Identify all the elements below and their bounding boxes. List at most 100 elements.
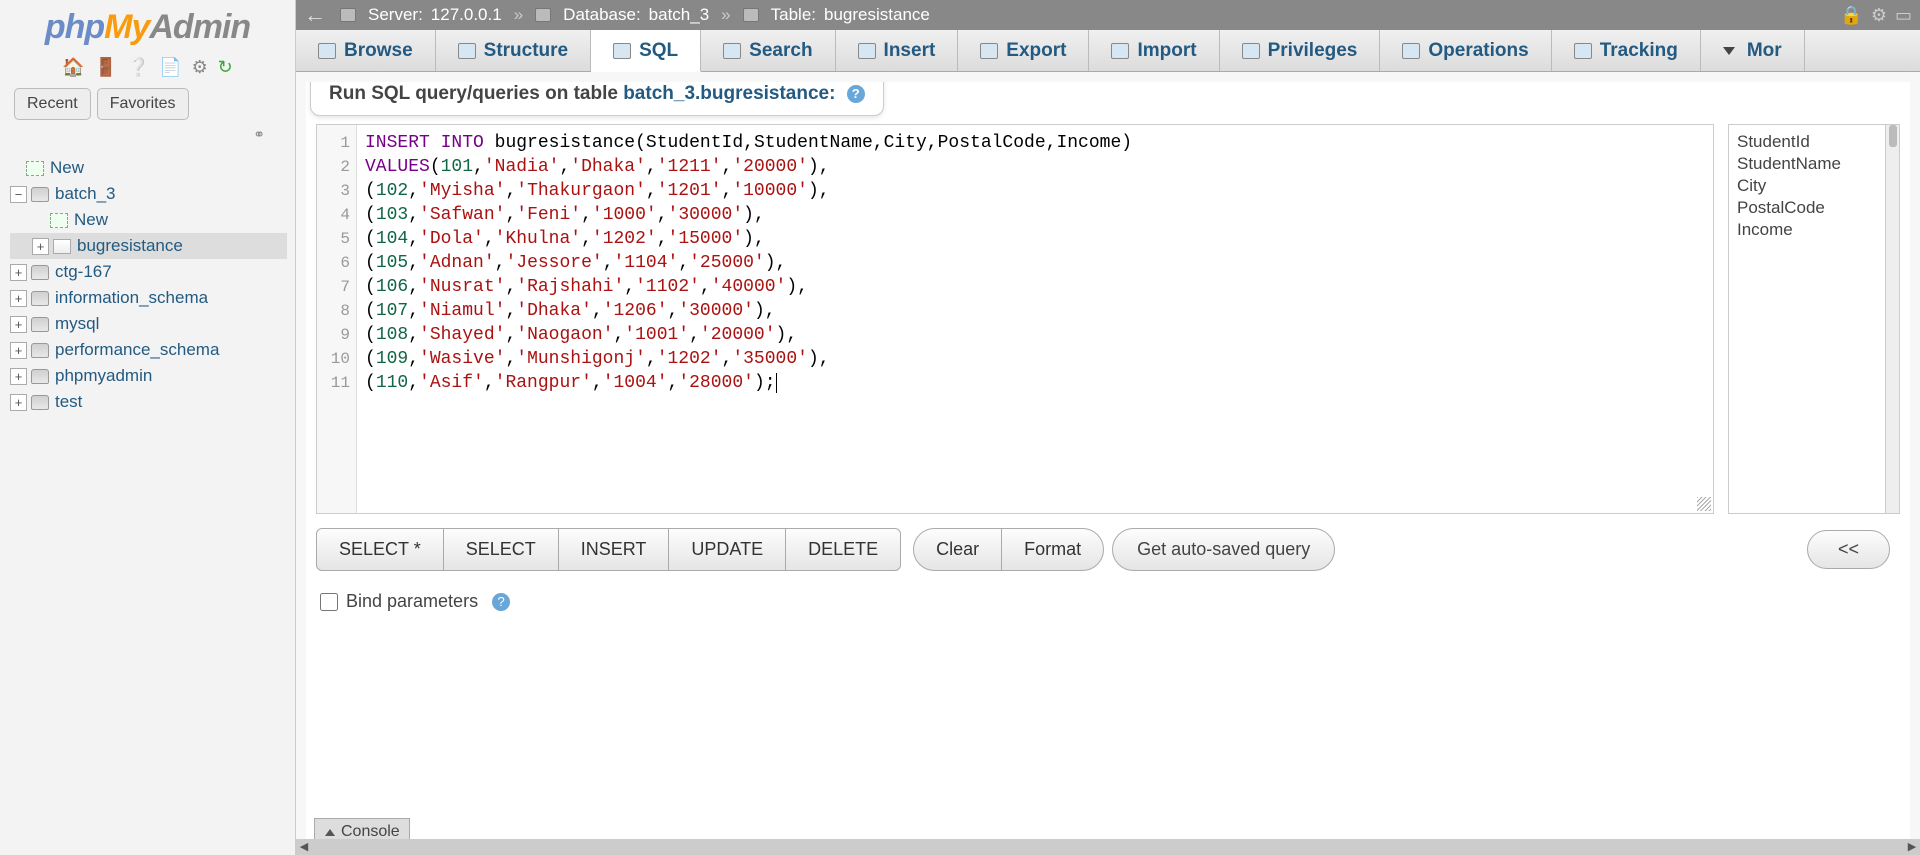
back-button[interactable]: ← <box>304 2 332 28</box>
tab-operations[interactable]: Operations <box>1380 30 1551 71</box>
database-icon <box>31 317 49 332</box>
expand-toggle[interactable]: + <box>10 342 27 359</box>
bc-server-value[interactable]: 127.0.0.1 <box>431 5 502 25</box>
scroll-right-icon[interactable]: ▶ <box>1906 841 1918 853</box>
columns-panel[interactable]: StudentIdStudentNameCityPostalCodeIncome <box>1728 124 1900 514</box>
db-link[interactable]: performance_schema <box>55 340 219 360</box>
database-icon <box>535 8 551 22</box>
recent-tab[interactable]: Recent <box>14 88 91 120</box>
db-link[interactable]: ctg-167 <box>55 262 112 282</box>
expand-toggle[interactable]: + <box>10 264 27 281</box>
tab-import[interactable]: Import <box>1089 30 1219 71</box>
tab-icon <box>1574 43 1592 59</box>
select-button[interactable]: SELECT <box>444 529 559 570</box>
new-db-icon <box>26 161 44 176</box>
tab-structure[interactable]: Structure <box>436 30 591 71</box>
select-star-button[interactable]: SELECT * <box>317 529 444 570</box>
help-icon[interactable]: ? <box>847 85 865 103</box>
db-link[interactable]: information_schema <box>55 288 208 308</box>
breadcrumb: ← Server: 127.0.0.1 » Database: batch_3 … <box>296 0 1920 30</box>
gear-icon[interactable]: ⚙ <box>1871 5 1887 26</box>
scroll-left-icon[interactable]: ◀ <box>298 841 310 853</box>
collapse-icon[interactable]: ⚭ <box>0 126 295 149</box>
column-item[interactable]: Income <box>1737 219 1891 241</box>
favorites-tab[interactable]: Favorites <box>97 88 189 120</box>
expand-toggle[interactable]: + <box>10 394 27 411</box>
db-batch3[interactable]: batch_3 <box>55 184 116 204</box>
insert-button[interactable]: INSERT <box>559 529 670 570</box>
sidebar-toolbar: 🏠 🚪 ❔ 📄 ⚙ ↻ <box>0 51 295 88</box>
home-icon[interactable]: 🏠 <box>62 57 84 77</box>
bc-table-value[interactable]: bugresistance <box>824 5 930 25</box>
help-icon[interactable]: ? <box>492 593 510 611</box>
new-db-link[interactable]: New <box>50 158 84 178</box>
table-icon <box>53 239 71 254</box>
db-link[interactable]: test <box>55 392 82 412</box>
bind-params-label: Bind parameters <box>346 591 478 612</box>
tab-search[interactable]: Search <box>701 30 835 71</box>
new-table-link[interactable]: New <box>74 210 108 230</box>
db-link[interactable]: phpmyadmin <box>55 366 152 386</box>
column-item[interactable]: PostalCode <box>1737 197 1891 219</box>
tab-sql[interactable]: SQL <box>591 30 701 72</box>
columns-toggle-button[interactable]: << <box>1807 530 1890 569</box>
tab-icon <box>318 43 336 59</box>
lock-icon[interactable]: 🔒 <box>1840 5 1862 26</box>
tab-icon <box>1111 43 1129 59</box>
tab-insert[interactable]: Insert <box>836 30 959 71</box>
overflow-icon[interactable]: ▭ <box>1895 5 1912 26</box>
line-gutter: 1234567891011 <box>317 125 357 513</box>
tab-mor[interactable]: Mor <box>1701 30 1805 71</box>
settings-icon[interactable]: ⚙ <box>192 57 208 77</box>
format-button[interactable]: Format <box>1002 529 1103 570</box>
horizontal-scrollbar[interactable]: ◀ ▶ <box>296 839 1920 855</box>
update-button[interactable]: UPDATE <box>669 529 786 570</box>
sidebar: phpMyAdmin 🏠 🚪 ❔ 📄 ⚙ ↻ Recent Favorites … <box>0 0 296 855</box>
delete-button[interactable]: DELETE <box>786 529 900 570</box>
exit-icon[interactable]: 🚪 <box>95 57 117 77</box>
db-link[interactable]: mysql <box>55 314 99 334</box>
table-bugresistance[interactable]: bugresistance <box>77 236 183 256</box>
new-table-icon <box>50 213 68 228</box>
database-icon <box>31 291 49 306</box>
column-item[interactable]: StudentName <box>1737 153 1891 175</box>
code-area[interactable]: INSERT INTO bugresistance(StudentId,Stud… <box>357 125 1713 513</box>
expand-toggle[interactable]: + <box>10 316 27 333</box>
tab-privileges[interactable]: Privileges <box>1220 30 1381 71</box>
query-header: Run SQL query/queries on table batch_3.b… <box>310 82 884 116</box>
bind-params-checkbox[interactable] <box>320 593 338 611</box>
expand-toggle[interactable]: − <box>10 186 27 203</box>
help-icon[interactable]: ❔ <box>127 57 149 77</box>
scrollbar[interactable] <box>1885 125 1899 513</box>
expand-toggle[interactable]: + <box>10 368 27 385</box>
resize-handle[interactable] <box>1697 497 1711 511</box>
column-item[interactable]: City <box>1737 175 1891 197</box>
logo[interactable]: phpMyAdmin <box>0 0 295 51</box>
expand-toggle[interactable]: + <box>32 238 49 255</box>
chevron-up-icon <box>325 829 335 836</box>
chevron-down-icon <box>1723 47 1735 55</box>
sql-editor[interactable]: 1234567891011 INSERT INTO bugresistance(… <box>316 124 1714 514</box>
tab-icon <box>858 43 876 59</box>
content: Run SQL query/queries on table batch_3.b… <box>306 82 1910 845</box>
tab-icon <box>613 43 631 59</box>
reload-icon[interactable]: ↻ <box>218 57 233 77</box>
tab-icon <box>1402 43 1420 59</box>
tab-icon <box>458 43 476 59</box>
expand-toggle[interactable]: + <box>10 290 27 307</box>
tabs: BrowseStructureSQLSearchInsertExportImpo… <box>296 30 1920 72</box>
bc-db-label: Database: <box>563 5 641 25</box>
bc-db-value[interactable]: batch_3 <box>649 5 710 25</box>
clear-button[interactable]: Clear <box>914 529 1002 570</box>
server-icon <box>340 8 356 22</box>
tab-tracking[interactable]: Tracking <box>1552 30 1701 71</box>
column-item[interactable]: StudentId <box>1737 131 1891 153</box>
database-icon <box>31 395 49 410</box>
tab-icon <box>1242 43 1260 59</box>
auto-saved-button[interactable]: Get auto-saved query <box>1112 528 1335 571</box>
tab-export[interactable]: Export <box>958 30 1089 71</box>
database-icon <box>31 187 49 202</box>
db-tree: New − batch_3 New + bugresistance + ctg-1… <box>0 149 295 421</box>
tab-browse[interactable]: Browse <box>296 30 436 71</box>
sql-icon[interactable]: 📄 <box>159 57 181 77</box>
